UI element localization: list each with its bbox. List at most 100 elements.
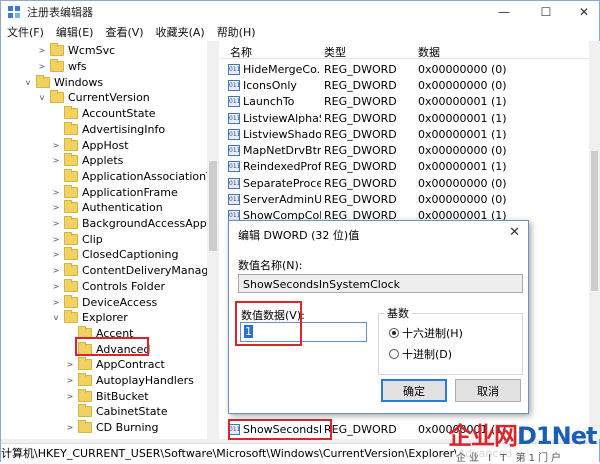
tree-item[interactable]: > BackgroundAccessApplicati — [51, 216, 218, 232]
list-scrollbar-thumb[interactable] — [591, 151, 598, 291]
folder-icon — [64, 294, 78, 308]
chevron-right-icon[interactable]: > — [51, 282, 61, 291]
value-data: 0x00000001 (1) — [418, 111, 507, 125]
value-name-label: 数值名称(N): — [238, 259, 303, 272]
column-header-type[interactable]: 类型 — [324, 44, 346, 60]
tree-item[interactable]: > ApplicationFrame — [51, 184, 178, 200]
tree-item[interactable]: > Applets — [51, 153, 123, 169]
menu-help[interactable]: 帮助(H) — [211, 24, 262, 40]
tree-item[interactable]: > WcmSvc — [37, 43, 115, 59]
value-row[interactable]: 011ReindexedProf...REG_DWORD 0x00000001 (… — [220, 159, 600, 175]
tree-item[interactable]: > Authentication — [51, 200, 163, 216]
tree-scrollbar[interactable] — [207, 41, 219, 439]
folder-icon — [64, 263, 78, 277]
tree-item[interactable]: AdvertisingInfo — [51, 121, 165, 138]
dword-value-icon: 011 — [228, 96, 240, 108]
folder-icon — [78, 357, 92, 371]
edit-dword-dialog: 编辑 DWORD (32 位)值 ✕ 数值名称(N): ShowSecondsI… — [228, 220, 529, 414]
title-bar: 注册表编辑器 — ☐ ✕ — [1, 1, 599, 23]
chevron-right-icon[interactable]: > — [37, 46, 47, 55]
tree-item[interactable]: > ClosedCaptioning — [51, 247, 178, 263]
value-row[interactable]: 011ListviewShadowREG_DWORD 0x00000001 (1) — [220, 126, 600, 142]
highlight-showseconds — [228, 419, 332, 440]
tree-item[interactable]: > Controls Folder — [51, 278, 165, 295]
tree-item[interactable]: AccountState — [51, 106, 156, 122]
value-row[interactable]: 011SeparateProce...REG_DWORD 0x00000000 (… — [220, 175, 600, 191]
tree-item[interactable]: > Clip — [51, 231, 103, 247]
list-scrollbar[interactable] — [589, 41, 600, 439]
ok-button[interactable]: 确定 — [381, 379, 447, 402]
value-type: REG_DWORD — [324, 422, 397, 436]
chevron-right-icon[interactable]: > — [37, 62, 47, 71]
value-row[interactable]: 011 ServerAdminUI REG_DWORD 0x00000000 (0) — [220, 191, 600, 207]
watermark-brand-b: D1Net — [517, 422, 597, 450]
column-header-data[interactable]: 数据 — [418, 44, 440, 60]
base-groupbox — [378, 313, 523, 375]
value-row[interactable]: 011 MapNetDrvBtn REG_DWORD 0x00000000 (0) — [220, 143, 600, 159]
menu-file[interactable]: 文件(F) — [1, 24, 50, 40]
value-type: REG_DWORD — [324, 193, 397, 207]
dialog-close-icon[interactable]: ✕ — [509, 225, 520, 240]
folder-icon — [64, 310, 78, 324]
value-name: IconsOnly — [243, 78, 297, 92]
tree-item[interactable]: ApplicationAssociationToast — [51, 168, 218, 185]
tree-item[interactable]: CabinetState — [65, 404, 168, 420]
chevron-right-icon[interactable]: > — [51, 219, 61, 228]
minimize-button[interactable]: — — [487, 1, 521, 23]
window-title: 注册表编辑器 — [27, 6, 93, 19]
close-button[interactable]: ✕ — [567, 1, 600, 23]
menu-favorites[interactable]: 收藏夹(A) — [150, 24, 211, 40]
chevron-right-icon[interactable]: > — [65, 423, 75, 432]
value-data: 0x00000001 (1) — [418, 127, 507, 141]
chevron-right-icon[interactable]: > — [65, 376, 75, 385]
maximize-button[interactable]: ☐ — [529, 1, 563, 23]
value-row[interactable]: 011ListviewAlphaS...REG_DWORD 0x00000001 … — [220, 110, 600, 126]
registry-tree[interactable]: > WcmSvc > wfs v Windows v CurrentVersion Accoun… — [1, 41, 219, 439]
tree-item[interactable]: > BitBucket — [65, 388, 149, 404]
column-header-name[interactable]: 名称 — [230, 44, 252, 60]
folder-icon — [78, 404, 92, 418]
tree-item[interactable]: > ContentDeliveryManager — [51, 263, 218, 279]
chevron-down-icon[interactable]: v — [23, 78, 33, 87]
tree-item[interactable]: > DeviceAccess — [51, 294, 157, 310]
chevron-right-icon[interactable]: > — [51, 203, 61, 212]
tree-item[interactable]: > CD Burning — [65, 420, 158, 436]
tree-item[interactable]: v Explorer — [51, 310, 128, 326]
chevron-right-icon[interactable]: > — [51, 298, 61, 307]
cancel-button[interactable]: 取消 — [455, 379, 521, 402]
radio-hex-label: 十六进制(H) — [402, 327, 463, 340]
tree-item-label: ClosedCaptioning — [82, 248, 179, 262]
tree-item[interactable]: v CurrentVersion — [37, 90, 150, 106]
status-path: 计算机\HKEY_CURRENT_USER\Software\Microsoft… — [1, 447, 513, 460]
chevron-right-icon[interactable]: > — [51, 188, 61, 197]
chevron-right-icon[interactable]: > — [65, 392, 75, 401]
tree-item-label: Windows — [54, 75, 104, 89]
value-row[interactable]: 011 HideMergeCo... REG_DWORD 0x00000000 (0) — [220, 61, 600, 77]
chevron-right-icon[interactable]: > — [65, 360, 75, 369]
chevron-right-icon[interactable]: > — [51, 156, 61, 165]
folder-icon — [50, 43, 64, 57]
chevron-right-icon[interactable]: > — [51, 266, 61, 275]
chevron-down-icon[interactable]: v — [37, 93, 47, 102]
tree-item[interactable]: > AutoplayHandlers — [65, 373, 194, 389]
chevron-right-icon[interactable]: > — [51, 141, 61, 150]
value-row[interactable]: 011 LaunchTo REG_DWORD 0x00000001 (1) — [220, 94, 600, 110]
menu-view[interactable]: 查看(V) — [99, 24, 149, 40]
value-data: 0x00000001 (1) — [418, 160, 507, 174]
radio-hexadecimal[interactable]: 十六进制(H) — [389, 325, 463, 341]
chevron-down-icon[interactable]: v — [51, 313, 61, 322]
dword-value-icon: 011 — [228, 112, 240, 124]
chevron-right-icon[interactable]: > — [51, 235, 61, 244]
radio-decimal[interactable]: 十进制(D) — [389, 346, 452, 362]
tree-item[interactable]: > AppHost — [51, 137, 129, 153]
tree-scrollbar-thumb[interactable] — [209, 161, 217, 251]
radio-unselected-icon — [389, 349, 399, 359]
tree-item[interactable]: > AppContract — [65, 357, 165, 373]
tree-item[interactable]: > wfs — [37, 59, 87, 75]
folder-icon — [78, 388, 92, 402]
value-type: REG_DWORD — [324, 78, 397, 92]
tree-item[interactable]: v Windows — [23, 74, 103, 90]
chevron-right-icon[interactable]: > — [51, 250, 61, 259]
menu-edit[interactable]: 编辑(E) — [50, 24, 100, 40]
value-row[interactable]: 011 IconsOnly REG_DWORD 0x00000000 (0) — [220, 77, 600, 93]
